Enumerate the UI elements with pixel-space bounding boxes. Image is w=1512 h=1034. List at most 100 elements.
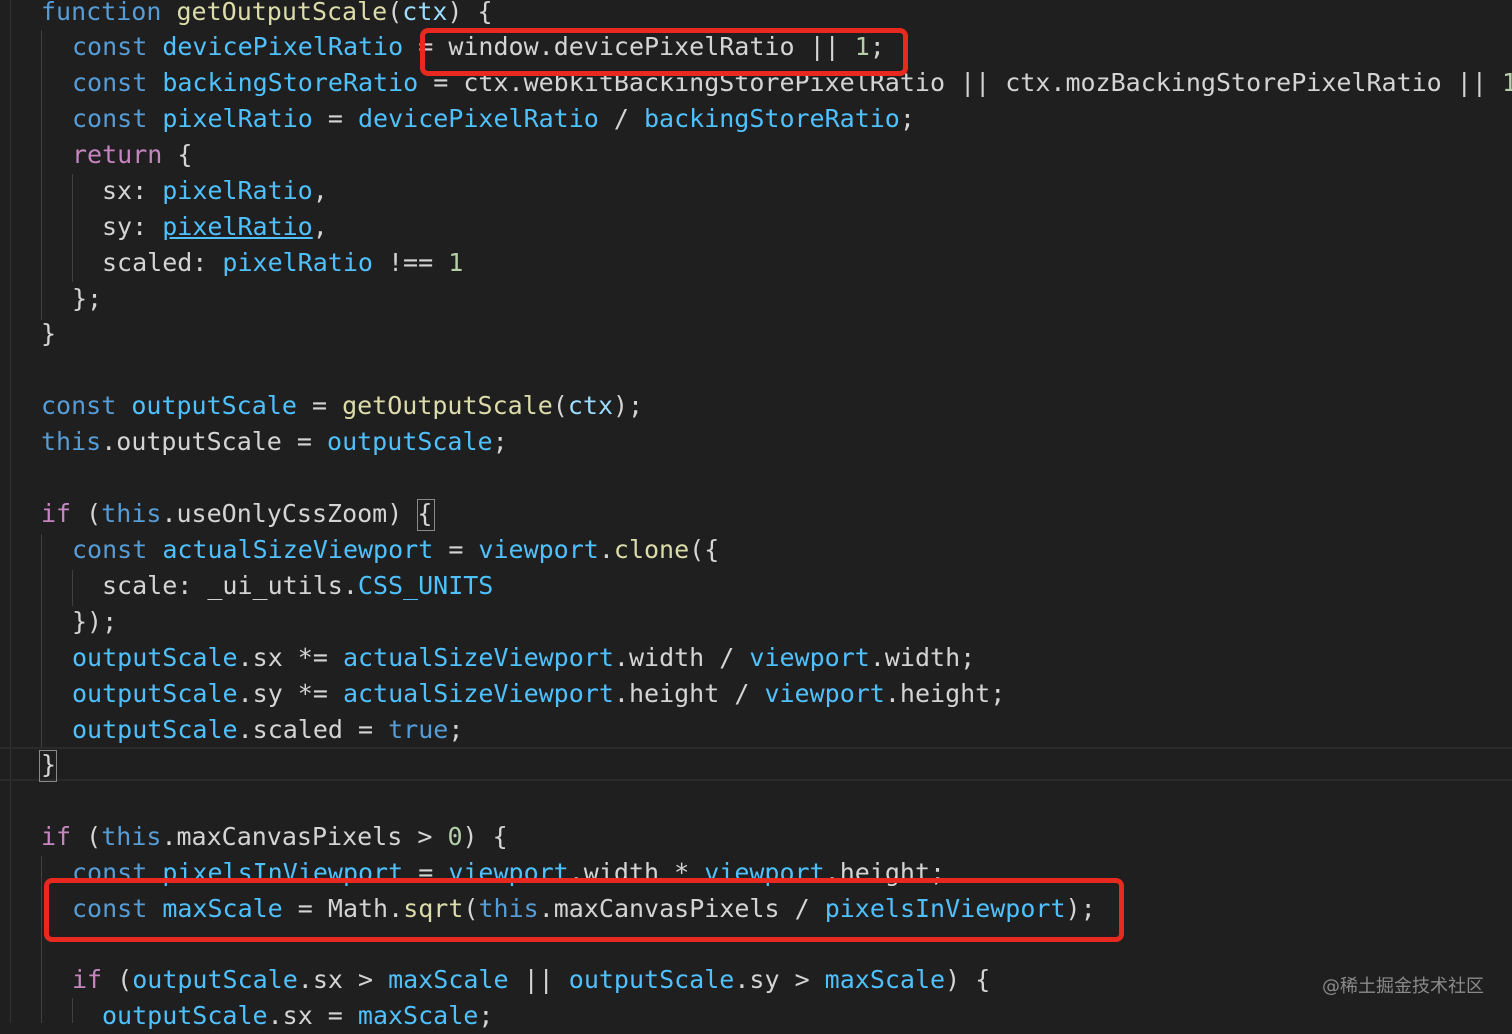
punctuation: , xyxy=(312,212,328,241)
punctuation: ( xyxy=(552,391,568,420)
property: sy xyxy=(252,679,283,708)
identifier: maxScale xyxy=(357,1001,479,1030)
code-line[interactable]: if (outputScale.sx > maxScale || outputS… xyxy=(72,962,990,998)
keyword-const: const xyxy=(41,391,117,420)
operator: = xyxy=(281,427,328,456)
number: 0 xyxy=(447,822,463,851)
identifier: viewport xyxy=(478,535,599,564)
punctuation: . xyxy=(237,643,253,672)
punctuation: . xyxy=(267,1001,283,1030)
punctuation: . xyxy=(598,535,614,564)
punctuation: { xyxy=(162,140,193,169)
punctuation: , xyxy=(312,176,328,205)
code-line[interactable]: }); xyxy=(72,604,117,640)
constant: CSS_UNITS xyxy=(357,571,494,600)
identifier: outputScale xyxy=(72,643,238,672)
gutter-divider xyxy=(10,0,11,1023)
punctuation: ( xyxy=(71,822,102,851)
keyword-this: this xyxy=(101,822,162,851)
operator: || xyxy=(508,965,569,994)
property: mozBackingStorePixelRatio xyxy=(1065,68,1442,97)
code-line[interactable]: }; xyxy=(72,281,102,317)
function-call: getOutputScale xyxy=(342,391,553,420)
punctuation: ) { xyxy=(447,0,493,26)
operator: = xyxy=(312,104,358,133)
punctuation: ; xyxy=(899,104,915,133)
code-line[interactable]: outputScale.scaled = true; xyxy=(72,712,463,748)
identifier: backingStoreRatio xyxy=(643,104,900,133)
operator: = xyxy=(312,1001,358,1030)
property-key: scale: xyxy=(102,571,208,600)
punctuation: . xyxy=(161,499,177,528)
property-key: sy: xyxy=(102,212,163,241)
operator: *= xyxy=(282,679,343,708)
keyword-true: true xyxy=(388,715,449,744)
code-line[interactable]: outputScale.sx *= actualSizeViewport.wid… xyxy=(72,640,975,676)
property: height xyxy=(899,679,991,708)
code-line[interactable]: scale: _ui_utils.CSS_UNITS xyxy=(102,568,493,604)
punctuation: . xyxy=(101,427,117,456)
identifier: outputScale xyxy=(102,1001,268,1030)
keyword-this: this xyxy=(101,499,162,528)
property: sx xyxy=(282,1001,313,1030)
operator: *= xyxy=(282,643,343,672)
property: useOnlyCssZoom xyxy=(176,499,388,528)
property: width xyxy=(884,643,961,672)
code-line[interactable]: const pixelRatio = devicePixelRatio / ba… xyxy=(72,101,915,137)
indent-guide xyxy=(41,534,42,748)
identifier: outputScale xyxy=(568,965,735,994)
code-line[interactable]: this.outputScale = outputScale; xyxy=(41,424,508,460)
code-line[interactable]: scaled: pixelRatio !== 1 xyxy=(102,245,463,281)
property: sx xyxy=(312,965,343,994)
property: scaled xyxy=(252,715,343,744)
punctuation: ( xyxy=(102,965,133,994)
identifier: outputScale xyxy=(327,427,493,456)
code-line[interactable]: if (this.useOnlyCssZoom) { xyxy=(41,496,432,532)
code-line[interactable]: function getOutputScale(ctx) { xyxy=(41,0,493,30)
keyword-const: const xyxy=(72,32,148,61)
punctuation: . xyxy=(237,715,253,744)
identifier: outputScale xyxy=(72,715,238,744)
number: 1 xyxy=(448,248,464,277)
punctuation: ; xyxy=(492,427,508,456)
code-line[interactable]: if (this.maxCanvasPixels > 0) { xyxy=(41,819,508,855)
identifier: pixelRatio xyxy=(222,248,373,277)
bracket-match-outline xyxy=(417,499,435,531)
punctuation: . xyxy=(1050,68,1066,97)
code-line[interactable]: const outputScale = getOutputScale(ctx); xyxy=(41,388,643,424)
code-line[interactable]: sy: pixelRatio, xyxy=(102,209,328,245)
operator: || xyxy=(945,68,1006,97)
operator: = xyxy=(342,715,389,744)
keyword-if: if xyxy=(41,499,72,528)
punctuation: }; xyxy=(72,284,103,313)
constant-name: devicePixelRatio xyxy=(162,32,404,61)
punctuation: . xyxy=(613,643,629,672)
property: width xyxy=(628,643,705,672)
constant-name: actualSizeViewport xyxy=(162,535,434,564)
punctuation: ; xyxy=(960,643,976,672)
property-key: scaled: xyxy=(102,248,223,277)
method-call: clone xyxy=(613,535,690,564)
code-line[interactable]: const actualSizeViewport = viewport.clon… xyxy=(72,532,719,568)
keyword-if: if xyxy=(41,822,72,851)
code-line[interactable]: return { xyxy=(72,137,192,173)
code-line[interactable]: sx: pixelRatio, xyxy=(102,173,328,209)
indent-guide xyxy=(41,30,42,320)
operator: > xyxy=(779,965,825,994)
punctuation: ) xyxy=(387,499,418,528)
punctuation: . xyxy=(237,679,253,708)
punctuation: . xyxy=(884,679,900,708)
keyword-if: if xyxy=(72,965,103,994)
keyword-const: const xyxy=(72,104,148,133)
property: height xyxy=(628,679,720,708)
punctuation: . xyxy=(297,965,313,994)
punctuation: ); xyxy=(613,391,644,420)
code-line[interactable]: outputScale.sx = maxScale; xyxy=(102,998,493,1034)
punctuation: ) { xyxy=(945,965,991,994)
code-editor[interactable]: function getOutputScale(ctx) { const dev… xyxy=(0,0,1512,1030)
code-line[interactable]: outputScale.sy *= actualSizeViewport.hei… xyxy=(72,676,1005,712)
identifier: actualSizeViewport xyxy=(342,679,614,708)
code-line[interactable]: } xyxy=(41,316,56,352)
identifier: devicePixelRatio xyxy=(358,104,599,133)
operator: > xyxy=(402,822,448,851)
